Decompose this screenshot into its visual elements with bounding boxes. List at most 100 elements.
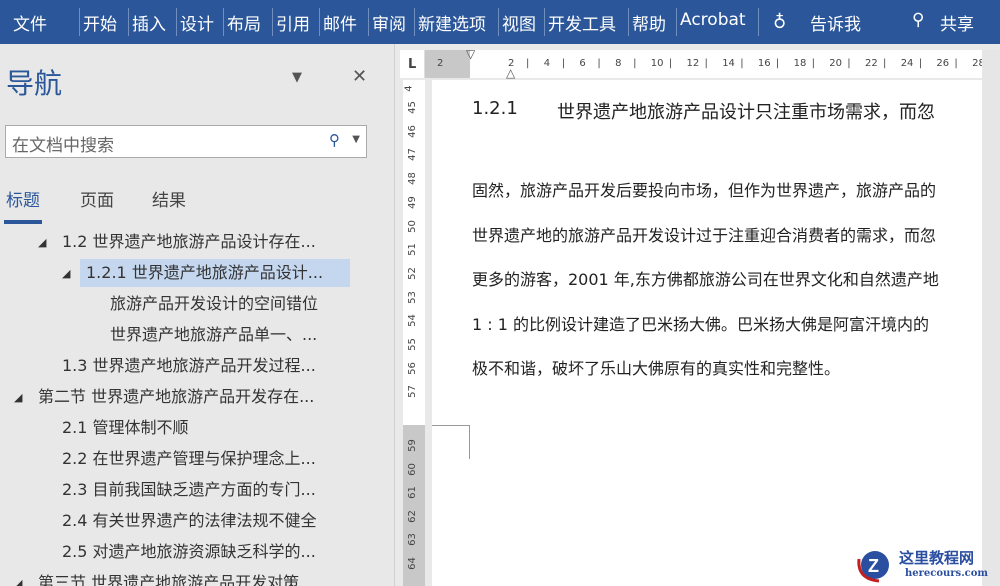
tab-separator <box>544 8 545 36</box>
horizontal-ruler[interactable]: L ▽ △ 2 2 4 6 8 10 12 14 16 18 20 22 24 26 28 | | | | | | | | |… <box>400 47 993 80</box>
ruler-label: 24 <box>900 58 914 69</box>
tree-item[interactable]: 第三节 世界遗产地旅游产品开发对策 <box>38 569 299 586</box>
ruler-margin <box>425 50 470 78</box>
ruler-label: 57 <box>406 385 418 399</box>
tab-separator <box>758 8 759 36</box>
ruler-label: 2 <box>508 58 515 69</box>
chevron-down-icon[interactable]: ▼ <box>352 134 360 145</box>
tab-pages[interactable]: 页面 <box>80 186 114 211</box>
active-tab-indicator <box>4 220 42 224</box>
ruler-label: 26 <box>936 58 950 69</box>
heading-text: 世界遗产地旅游产品设计只注重市场需求，而忽 <box>557 102 935 123</box>
ruler-label: 53 <box>406 290 418 304</box>
ruler-label: 61 <box>406 486 418 499</box>
ribbon-tab-8[interactable]: 新建选项 <box>418 10 486 35</box>
ribbon-tabs: 文件 开始 插入 设计 布局 引用 邮件 审阅 新建选项 视图 开发工具 帮助 Acrobat ♀ 告诉我 ⚲… <box>0 0 1000 44</box>
document-page[interactable]: 1.2.1 世界遗产地旅游产品设计只注重市场需求，而忽 固然，旅游产品开发后要投… <box>432 80 982 586</box>
paragraph-line: 固然，旅游产品开发后要投向市场，但作为世界遗产，旅游产品的 <box>472 181 937 200</box>
ribbon-tab-12[interactable]: Acrobat <box>680 10 746 30</box>
tree-item[interactable]: 2.1 管理体制不顺 <box>62 414 189 442</box>
paragraph-line: 1 : 1 的比例设计建造了巴米扬大佛。巴米扬大佛是阿富汗境内的 <box>472 314 930 334</box>
watermark-logo: Z 这里教程网 herecours.com <box>855 545 1000 586</box>
ruler-label: 12 <box>686 58 700 69</box>
ruler-tick: | <box>918 58 923 69</box>
ruler-label: 62 <box>406 509 418 523</box>
ribbon-tab-9[interactable]: 视图 <box>502 10 536 35</box>
tree-item[interactable]: 1.3 世界遗产地旅游产品开发过程... <box>62 352 316 380</box>
tree-item[interactable]: 1.2 世界遗产地旅游产品设计存在... <box>62 228 316 256</box>
ruler-label: 59 <box>406 439 418 452</box>
ribbon-tab-3[interactable]: 设计 <box>180 10 214 35</box>
ribbon-tab-0[interactable]: 文件 <box>13 10 47 35</box>
tab-results[interactable]: 结果 <box>152 186 186 211</box>
ribbon-tab-5[interactable]: 引用 <box>276 10 310 35</box>
heading-number: 1.2.1 <box>472 98 518 119</box>
ruler-tick: | <box>811 58 815 69</box>
tab-selector-icon[interactable]: L <box>400 50 425 78</box>
share-button[interactable]: 共享 <box>940 10 974 35</box>
ruler-label: 4 <box>543 58 551 69</box>
ruler-label: 10 <box>650 58 664 69</box>
ribbon-tab-10[interactable]: 开发工具 <box>548 10 616 35</box>
ribbon-tab-11[interactable]: 帮助 <box>632 10 666 35</box>
ruler-tick: | <box>561 58 566 69</box>
ruler-label: 64 <box>406 556 418 570</box>
ribbon-tab-2[interactable]: 插入 <box>132 10 166 35</box>
tab-separator <box>176 8 177 36</box>
first-line-indent-marker-icon[interactable]: ▽ <box>466 47 475 61</box>
vertical-ruler[interactable]: 4 45 46 47 48 49 50 51 52 53 54 55 56 57 59 60 61 62 63 64 <box>403 80 425 586</box>
tab-separator <box>414 8 415 36</box>
ruler-label: 48 <box>406 172 418 185</box>
tab-headings[interactable]: 标题 <box>6 186 40 211</box>
ruler-tick: | <box>847 58 851 69</box>
close-icon[interactable]: ✕ <box>352 66 367 87</box>
paragraph-line: 更多的游客，2001 年,东方佛都旅游公司在世界文化和自然遗产地 <box>472 270 939 289</box>
ruler-label: 52 <box>406 267 418 280</box>
ribbon-tab-1[interactable]: 开始 <box>83 10 117 35</box>
tab-separator <box>676 8 677 36</box>
search-icon[interactable]: ⚲ <box>329 131 340 149</box>
ruler-label: 46 <box>406 124 418 138</box>
person-icon[interactable]: ⚲ <box>912 10 924 30</box>
watermark-url: herecours.com <box>905 568 989 579</box>
ruler-label: 60 <box>406 462 418 476</box>
ruler-tick: | <box>526 58 530 69</box>
ruler-label: 49 <box>406 195 418 209</box>
tree-item[interactable]: 2.5 对遗产地旅游资源缺乏科学的... <box>62 538 316 566</box>
ruler-label: 45 <box>406 101 418 114</box>
expand-triangle-icon[interactable]: ◢ <box>14 577 22 586</box>
nav-options-chevron-icon[interactable]: ▼ <box>292 70 302 85</box>
nav-title: 导航 <box>6 67 63 100</box>
navigation-pane: 导航 ▼ ✕ 在文档中搜索 ⚲ ▼ 标题 页面 结果 ◢ 1.2 世界遗产地旅游产… <box>0 44 395 586</box>
ruler-label: 8 <box>615 58 622 69</box>
tree-item[interactable]: 世界遗产地旅游产品单一、... <box>110 321 317 349</box>
ruler-tick: | <box>597 58 601 69</box>
ribbon-tab-7[interactable]: 审阅 <box>372 10 406 35</box>
vertical-scrollbar[interactable] <box>982 50 1000 586</box>
ruler-tick: | <box>775 58 780 69</box>
tab-separator <box>628 8 629 36</box>
expand-triangle-icon[interactable]: ◢ <box>14 391 22 404</box>
ruler-tick: | <box>883 58 887 69</box>
tree-item[interactable]: 2.3 目前我国缺乏遗产方面的专门... <box>62 476 316 504</box>
tree-item[interactable]: 1.2.1 世界遗产地旅游产品设计... <box>80 259 350 287</box>
ribbon-tab-4[interactable]: 布局 <box>227 10 261 35</box>
paragraph-line: 极不和谐，破坏了乐山大佛原有的真实性和完整性。 <box>472 359 841 378</box>
lightbulb-icon[interactable]: ♀ <box>773 10 786 31</box>
tab-separator <box>128 8 129 36</box>
tree-item[interactable]: 旅游产品开发设计的空间错位 <box>110 290 318 318</box>
ruler-label: 50 <box>406 219 418 233</box>
tab-separator <box>319 8 320 36</box>
ruler-tick: | <box>954 58 958 69</box>
expand-triangle-icon[interactable]: ◢ <box>38 236 46 249</box>
ruler-label: 63 <box>406 533 418 546</box>
expand-triangle-icon[interactable]: ◢ <box>62 267 70 280</box>
tell-me-button[interactable]: 告诉我 <box>810 10 861 35</box>
ribbon-tab-6[interactable]: 邮件 <box>323 10 357 35</box>
ruler-label: 54 <box>406 314 418 328</box>
tree-item[interactable]: 第二节 世界遗产地旅游产品开发存在... <box>38 383 314 411</box>
ruler-tick: | <box>668 58 673 69</box>
tree-item[interactable]: 2.2 在世界遗产管理与保护理念上... <box>62 445 316 473</box>
search-input[interactable]: 在文档中搜索 ⚲ ▼ <box>5 125 367 158</box>
tree-item[interactable]: 2.4 有关世界遗产的法律法规不健全 <box>62 507 317 535</box>
